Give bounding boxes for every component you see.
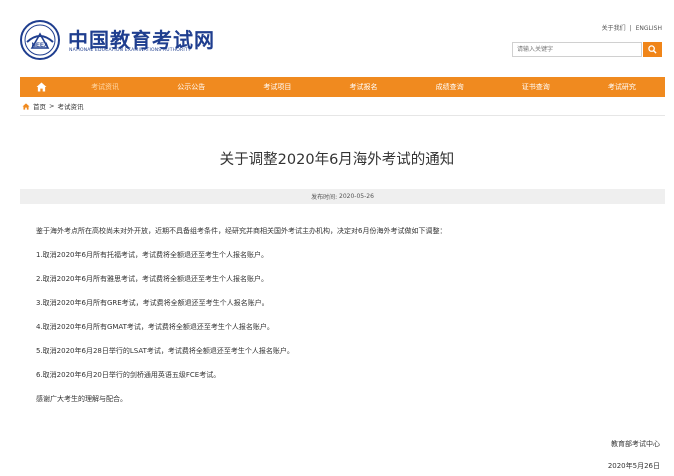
article-title: 关于调整2020年6月海外考试的通知 <box>219 152 455 168</box>
nav-item-exam-news[interactable]: 考试资讯 <box>62 77 148 97</box>
breadcrumb: 首页 > 考试资讯 <box>22 101 83 111</box>
article-paragraph: 鉴于海外考点所在高校尚未对外开放，近期不具备组考条件，经研究并商相关国外考试主办… <box>36 227 447 235</box>
breadcrumb-home-link[interactable]: 首页 <box>33 101 46 111</box>
header-divider <box>20 115 665 116</box>
publish-info-bar: 发布时间: 2020-05-26 <box>20 189 665 204</box>
search-icon <box>648 45 657 54</box>
publish-date: 2020-05-26 <box>339 193 374 200</box>
breadcrumb-home-icon <box>22 102 30 110</box>
search-input[interactable]: 请输入关键字 <box>512 42 642 57</box>
home-icon <box>36 82 46 92</box>
site-header: NEEA 中国教育考试网 NATIONAL EDUCATION EXAMINAT… <box>0 0 674 74</box>
top-links: 关于我们 | ENGLISH <box>602 23 662 32</box>
signature-organization: 教育部考试中心 <box>611 440 660 448</box>
nav-home-button[interactable] <box>20 77 62 97</box>
nav-item-exam-programs[interactable]: 考试项目 <box>234 77 320 97</box>
nav-item-score-inquiry[interactable]: 成绩查询 <box>407 77 493 97</box>
publish-label: 发布时间: <box>311 194 338 201</box>
english-link[interactable]: ENGLISH <box>636 25 662 32</box>
nav-item-exam-research[interactable]: 考试研究 <box>579 77 665 97</box>
search-button[interactable] <box>643 42 662 57</box>
neea-logo-icon[interactable]: NEEA <box>20 20 60 60</box>
nav-item-registration[interactable]: 考试报名 <box>320 77 406 97</box>
about-link[interactable]: 关于我们 <box>602 23 626 32</box>
article-paragraph: 2.取消2020年6月所有雅思考试，考试费将全额退还至考生个人报名账户。 <box>36 275 268 283</box>
article-paragraph: 4.取消2020年6月所有GMAT考试，考试费将全额退还至考生个人报名账户。 <box>36 323 274 331</box>
article-paragraph: 3.取消2020年6月所有GRE考试，考试费将全额退还至考生个人报名账户。 <box>36 299 269 307</box>
site-subtitle: NATIONAL EDUCATION EXAMINATIONS AUTHORIT… <box>69 48 191 53</box>
nav-item-announcements[interactable]: 公示公告 <box>148 77 234 97</box>
logo-text: NEEA <box>32 43 49 49</box>
nav-item-certificate-inquiry[interactable]: 证书查询 <box>493 77 579 97</box>
article-paragraph: 6.取消2020年6月20日举行的剑桥通用英语五级FCE考试。 <box>36 371 221 379</box>
article-paragraph: 1.取消2020年6月所有托福考试，考试费将全额退还至考生个人报名账户。 <box>36 251 268 259</box>
article-paragraph: 5.取消2020年6月28日举行的LSAT考试，考试费将全额退还至考生个人报名账… <box>36 347 294 355</box>
top-links-separator: | <box>629 25 632 32</box>
main-nav: 考试资讯 公示公告 考试项目 考试报名 成绩查询 证书查询 考试研究 <box>20 77 665 97</box>
breadcrumb-separator: > <box>49 102 55 110</box>
article-paragraph: 感谢广大考生的理解与配合。 <box>36 395 127 403</box>
breadcrumb-current[interactable]: 考试资讯 <box>57 101 83 111</box>
signature-date: 2020年5月26日 <box>607 462 660 470</box>
